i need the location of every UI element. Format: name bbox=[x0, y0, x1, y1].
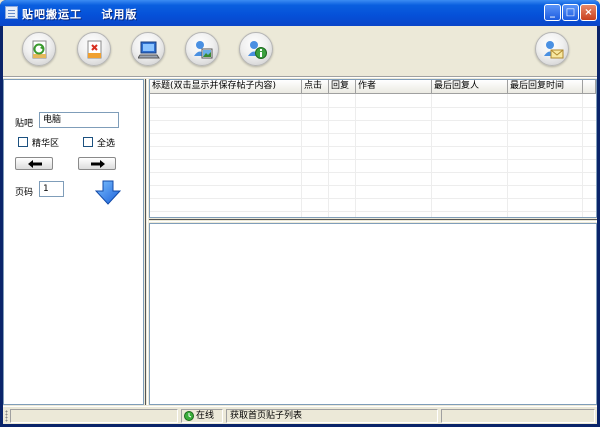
status-message: 获取首页贴子列表 bbox=[226, 409, 438, 423]
tieba-input[interactable]: 电脑 bbox=[39, 112, 119, 128]
col-clicks[interactable]: 点击 bbox=[302, 80, 329, 94]
computer-button[interactable] bbox=[131, 32, 165, 66]
grid-row-line bbox=[150, 146, 596, 147]
status-grip bbox=[5, 410, 8, 422]
arrow-left-icon bbox=[28, 160, 42, 168]
user-info-icon bbox=[248, 41, 267, 59]
right-panel: 标题(双击显示并保存帖子内容) 点击 回复 作者 最后回复人 最后回复时间 bbox=[149, 79, 597, 405]
jinghua-checkbox[interactable] bbox=[18, 137, 28, 147]
col-title[interactable]: 标题(双击显示并保存帖子内容) bbox=[150, 80, 302, 94]
client-area: 贴吧 电脑 精华区 全选 页码 1 标题(双击显示并保存帖子内容) 点击 回复 … bbox=[3, 26, 597, 424]
grid-row-line bbox=[150, 185, 596, 186]
grid-row-line bbox=[150, 159, 596, 160]
refresh-button[interactable] bbox=[22, 32, 56, 66]
maximize-button[interactable]: □ bbox=[562, 4, 579, 21]
arrow-right-icon bbox=[91, 160, 105, 168]
title-bar[interactable]: 贴吧搬运工 试用版 _ □ × bbox=[0, 0, 600, 26]
next-page-button[interactable] bbox=[78, 157, 116, 170]
delete-document-icon bbox=[87, 40, 102, 59]
grid-header: 标题(双击显示并保存帖子内容) 点击 回复 作者 最后回复人 最后回复时间 bbox=[150, 80, 596, 94]
user-picture-icon bbox=[194, 41, 213, 59]
page-input[interactable]: 1 bbox=[39, 181, 64, 197]
status-panel-empty bbox=[10, 409, 178, 423]
window-title: 贴吧搬运工 试用版 bbox=[22, 8, 138, 21]
grid-row-line bbox=[150, 120, 596, 121]
user-mail-button[interactable] bbox=[535, 32, 569, 66]
grid-row-line bbox=[150, 198, 596, 199]
user-info-button[interactable] bbox=[239, 32, 273, 66]
delete-button[interactable] bbox=[77, 32, 111, 66]
grid-row-line bbox=[150, 211, 596, 212]
status-panel-right bbox=[441, 409, 595, 423]
col-last-replier[interactable]: 最后回复人 bbox=[432, 80, 508, 94]
status-online-panel: 在线 bbox=[181, 409, 223, 423]
grid-row-line bbox=[150, 133, 596, 134]
page-label: 页码 bbox=[15, 188, 34, 198]
status-bar: 在线 获取首页贴子列表 bbox=[3, 406, 597, 424]
col-extra bbox=[583, 80, 596, 94]
toolbar bbox=[3, 26, 597, 76]
app-icon bbox=[5, 6, 18, 19]
posts-grid[interactable]: 标题(双击显示并保存帖子内容) 点击 回复 作者 最后回复人 最后回复时间 bbox=[149, 79, 597, 218]
online-status-icon bbox=[184, 411, 194, 421]
tieba-label: 贴吧 bbox=[15, 119, 34, 129]
online-status-text: 在线 bbox=[196, 411, 215, 421]
col-replies[interactable]: 回复 bbox=[329, 80, 356, 94]
toolbar-separator bbox=[3, 76, 597, 78]
left-panel: 贴吧 电脑 精华区 全选 页码 1 bbox=[3, 79, 144, 405]
jinghua-label: 精华区 bbox=[32, 139, 60, 149]
grid-row-line bbox=[150, 107, 596, 108]
col-last-reply-time[interactable]: 最后回复时间 bbox=[508, 80, 583, 94]
user-mail-icon bbox=[544, 41, 564, 59]
computer-icon bbox=[138, 41, 160, 59]
minimize-button[interactable]: _ bbox=[544, 4, 561, 21]
close-button[interactable]: × bbox=[580, 4, 597, 21]
grid-row-line bbox=[150, 172, 596, 173]
download-arrow-icon[interactable] bbox=[95, 180, 121, 205]
user-picture-button[interactable] bbox=[185, 32, 219, 66]
post-content-area[interactable] bbox=[149, 223, 597, 405]
select-all-label: 全选 bbox=[97, 139, 116, 149]
main-window: 贴吧搬运工 试用版 _ □ × 贴吧 电脑 精华区 全选 页码 1 标题(双击显… bbox=[0, 0, 600, 427]
select-all-checkbox[interactable] bbox=[83, 137, 93, 147]
col-author[interactable]: 作者 bbox=[356, 80, 432, 94]
refresh-document-icon bbox=[32, 40, 47, 59]
prev-page-button[interactable] bbox=[15, 157, 53, 170]
